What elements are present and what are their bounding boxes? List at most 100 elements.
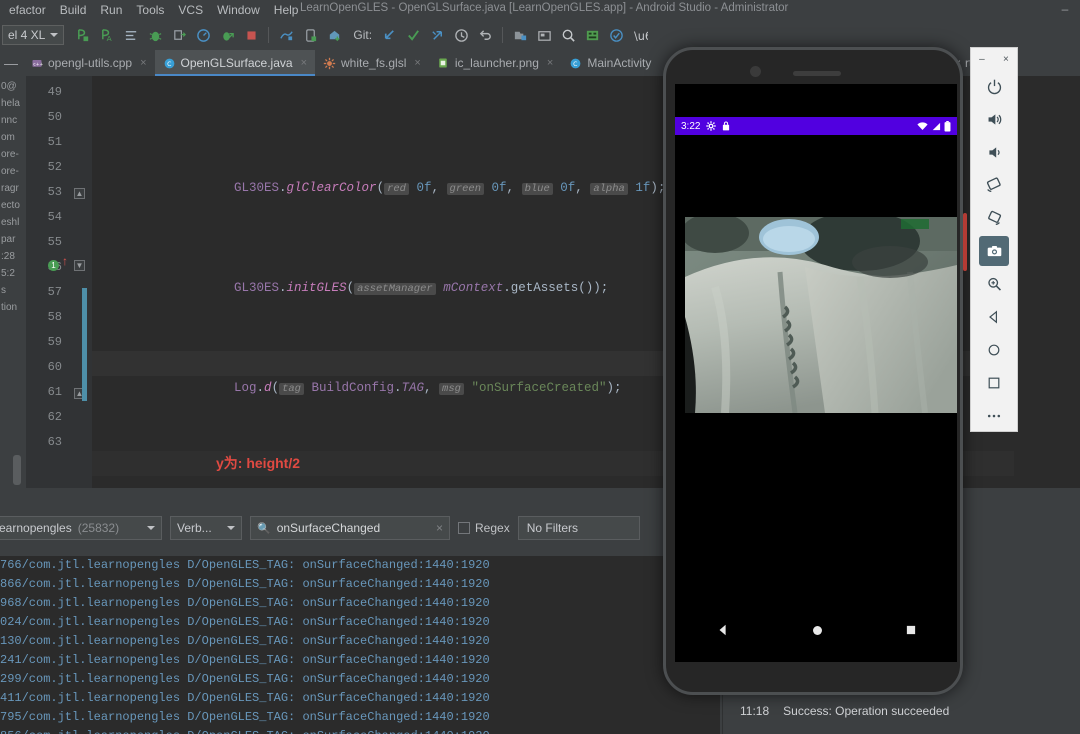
android-nav-bar[interactable] <box>675 612 957 648</box>
logcat-filter-selector[interactable]: No Filters <box>517 516 640 540</box>
menu-item-tools[interactable]: Tools <box>129 1 171 19</box>
rotate-left-icon[interactable] <box>979 170 1009 200</box>
menu-item-vcs[interactable]: VCS <box>171 1 210 19</box>
left-fragment: s <box>1 285 6 296</box>
volume-down-icon[interactable] <box>979 137 1009 167</box>
close-icon[interactable]: × <box>301 57 307 69</box>
line-number: 52 <box>47 160 62 174</box>
power-icon[interactable] <box>979 71 1009 101</box>
debug-icon[interactable] <box>144 24 166 46</box>
sdk-manager-icon[interactable] <box>275 24 297 46</box>
avd-manager-icon[interactable] <box>299 24 321 46</box>
device-selector-label: el 4 XL <box>8 28 46 42</box>
apply-changes-icon[interactable]: A <box>96 24 118 46</box>
logcat-regex-checkbox[interactable]: Regex <box>458 521 510 535</box>
back-nav-icon[interactable] <box>716 623 730 637</box>
back-icon[interactable] <box>979 302 1009 332</box>
home-icon[interactable] <box>979 335 1009 365</box>
hide-toolwindow-icon[interactable]: — <box>0 50 22 76</box>
checkbox-icon[interactable] <box>458 522 470 534</box>
translate-icon[interactable]: \u6587 <box>629 24 651 46</box>
minimize-button[interactable]: – <box>1058 3 1072 17</box>
attach-debugger-icon[interactable] <box>168 24 190 46</box>
sync-gradle-icon[interactable] <box>323 24 345 46</box>
run-with-coverage-icon[interactable] <box>216 24 238 46</box>
tab-main-activity[interactable]: C MainActivity <box>561 50 659 76</box>
tab-opengl-surface-java[interactable]: C OpenGLSurface.java × <box>154 50 316 76</box>
overview-icon[interactable] <box>979 368 1009 398</box>
glsl-file-icon <box>323 57 336 70</box>
svg-text:c++: c++ <box>33 62 43 68</box>
code-fold-icon[interactable]: ▼ <box>74 260 85 271</box>
gutter-run-badge[interactable]: 1 <box>48 260 59 271</box>
status-bar-time: 3:22 <box>681 120 701 132</box>
zoom-icon[interactable] <box>979 269 1009 299</box>
device-file-explorer-icon[interactable] <box>581 24 603 46</box>
left-panel-edge: 0@ hela nnc om ore- ore- ragr ecto eshl … <box>0 76 26 488</box>
logcat-level-selector[interactable]: Verb... <box>170 516 242 540</box>
menu-item-run[interactable]: Run <box>93 1 129 19</box>
device-selector[interactable]: el 4 XL <box>2 25 65 45</box>
commit-icon[interactable] <box>402 24 424 46</box>
push-icon[interactable] <box>426 24 448 46</box>
project-structure-icon[interactable] <box>509 24 531 46</box>
editor-gutter[interactable]: 49 50 51 52 53 54 55 56 57 58 59 60 61 6… <box>26 76 92 488</box>
emulator-close-button[interactable]: × <box>1003 54 1009 65</box>
change-indicator[interactable] <box>82 288 87 401</box>
emulator-screen[interactable]: 3:22 <box>675 84 957 662</box>
emulator-toolbar: – × <box>970 47 1018 432</box>
profiler-icon[interactable] <box>192 24 214 46</box>
gutter-arrow-icon: ↑ <box>62 254 68 268</box>
left-fragment: nnc <box>1 115 18 126</box>
menu-item-window[interactable]: Window <box>210 1 267 19</box>
home-nav-icon[interactable] <box>811 624 824 637</box>
gear-icon <box>706 121 717 131</box>
emulator-minimize-button[interactable]: – <box>979 54 985 65</box>
volume-up-icon[interactable] <box>979 104 1009 134</box>
cpp-file-icon: c++ <box>30 57 43 70</box>
toolbar-separator-2 <box>502 27 504 43</box>
run-button[interactable] <box>72 24 94 46</box>
left-fragment: 5:2 <box>1 268 15 279</box>
logcat-search-input[interactable]: 🔍 onSurfaceChanged × <box>250 516 450 540</box>
line-number: 57 <box>47 285 62 299</box>
svg-text:C: C <box>573 60 577 67</box>
search-everywhere-icon[interactable] <box>557 24 579 46</box>
line-number: 51 <box>47 135 62 149</box>
emulator-device-frame[interactable]: 3:22 <box>663 47 967 695</box>
update-project-icon[interactable] <box>378 24 400 46</box>
stop-icon[interactable] <box>240 24 262 46</box>
logcat-search-value: onSurfaceChanged <box>276 521 381 535</box>
lock-icon <box>722 121 730 131</box>
search-icon: 🔍 <box>257 522 271 535</box>
revert-icon[interactable] <box>474 24 496 46</box>
close-icon[interactable]: × <box>140 57 146 69</box>
toolbar-separator <box>268 27 270 43</box>
clear-search-icon[interactable]: × <box>436 521 443 535</box>
close-icon[interactable]: × <box>547 57 553 69</box>
menu-item-refactor[interactable]: efactor <box>2 1 53 19</box>
tab-white-fs-glsl[interactable]: white_fs.glsl × <box>315 50 429 76</box>
status-message: Success: Operation succeeded <box>783 704 950 718</box>
emulator-window-controls: – × <box>970 50 1018 68</box>
left-panel-scrollbar[interactable] <box>13 455 21 485</box>
menu-bar[interactable]: efactor Build Run Tools VCS Window Help <box>0 0 305 20</box>
more-icon[interactable] <box>979 401 1009 431</box>
layout-inspector-icon[interactable] <box>533 24 555 46</box>
screenshot-icon[interactable] <box>979 236 1009 266</box>
tab-ic-launcher-png[interactable]: ic_launcher.png × <box>429 50 562 76</box>
tab-opengl-utils-cpp[interactable]: c++ opengl-utils.cpp × <box>22 50 155 76</box>
problems-icon[interactable] <box>605 24 627 46</box>
close-icon[interactable]: × <box>414 57 420 69</box>
code-fold-icon[interactable]: ▲ <box>74 188 85 199</box>
rotate-right-icon[interactable] <box>979 203 1009 233</box>
apply-code-changes-icon[interactable] <box>120 24 142 46</box>
recents-nav-icon[interactable] <box>905 624 917 636</box>
history-icon[interactable] <box>450 24 472 46</box>
menu-item-build[interactable]: Build <box>53 1 94 19</box>
title-bar: efactor Build Run Tools VCS Window Help … <box>0 0 1080 20</box>
device-power-button[interactable] <box>963 213 967 271</box>
left-fragment: par <box>1 234 16 245</box>
logcat-process-selector[interactable]: earnopengles (25832) <box>0 516 162 540</box>
battery-icon <box>944 120 951 132</box>
